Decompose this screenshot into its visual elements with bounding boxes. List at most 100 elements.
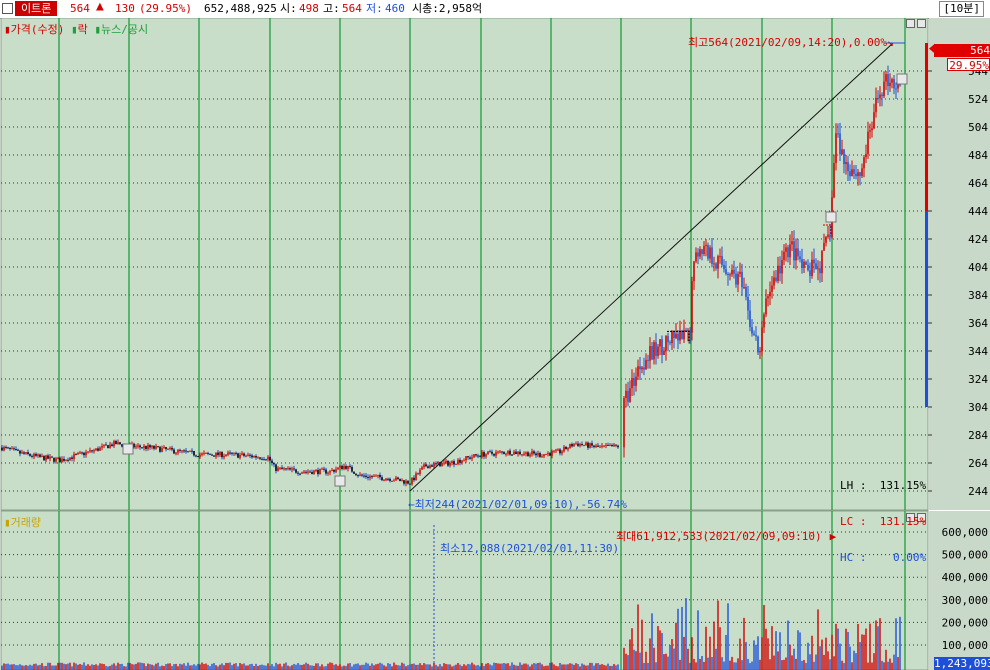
interval-selector[interactable]: [10분] xyxy=(939,1,984,17)
candle-body xyxy=(623,398,625,448)
candle-body xyxy=(857,172,859,177)
candle-body xyxy=(97,448,99,451)
candle-body xyxy=(597,445,599,447)
low-price: 460 xyxy=(385,2,405,15)
price-tick-label: 444 xyxy=(968,205,988,218)
candle-body xyxy=(693,261,695,282)
news-marker-icon xyxy=(896,73,908,85)
candle-body xyxy=(119,442,121,445)
candle-body xyxy=(763,314,765,328)
candle-body xyxy=(565,446,567,450)
candle-body xyxy=(241,453,243,455)
panel-minimize-button[interactable] xyxy=(906,19,915,28)
price-panel-bg xyxy=(0,18,929,511)
candle-body xyxy=(163,447,165,449)
candle-body xyxy=(359,474,361,476)
candle-body xyxy=(365,475,367,477)
candle-body xyxy=(9,447,11,449)
candle-body xyxy=(749,310,751,328)
candle-body xyxy=(141,447,143,449)
candle-body xyxy=(553,450,555,452)
panel-close-button[interactable] xyxy=(917,19,926,28)
candle-body xyxy=(231,452,233,454)
volume-tick-label: 600,000 xyxy=(942,526,988,539)
candle-body xyxy=(589,443,591,448)
candle-body xyxy=(411,477,413,485)
candle-body xyxy=(401,480,403,482)
price-tick-label: 484 xyxy=(968,149,988,162)
candle-body xyxy=(311,471,313,475)
candle-body xyxy=(641,367,643,370)
candle-body xyxy=(91,450,93,452)
candle-body xyxy=(767,296,769,299)
price-tick-label: 504 xyxy=(968,121,988,134)
candle-body xyxy=(55,458,57,462)
candle-body xyxy=(541,456,543,458)
legend-rak-label[interactable]: 락 xyxy=(78,23,88,36)
candle-body xyxy=(847,162,849,172)
high-price: 564 xyxy=(342,2,362,15)
candle-body xyxy=(791,241,793,245)
candle-body xyxy=(227,452,229,455)
candle-body xyxy=(701,249,703,254)
candle-body xyxy=(761,327,763,351)
candle-body xyxy=(243,453,245,456)
candle-body xyxy=(335,469,337,472)
candle-body xyxy=(841,149,843,155)
candle-body xyxy=(637,366,639,377)
candle-body xyxy=(809,270,811,276)
candle-body xyxy=(741,271,743,288)
volume-legend-marker-icon: ▮ xyxy=(4,516,11,529)
candle-body xyxy=(797,248,799,257)
candle-body xyxy=(743,287,745,289)
candle-body xyxy=(575,443,577,445)
candle-body xyxy=(531,451,533,455)
candle-body xyxy=(569,444,571,449)
candle-body xyxy=(507,450,509,454)
price-tick-label: 524 xyxy=(968,93,988,106)
candle-body xyxy=(813,259,815,264)
candle-body xyxy=(579,444,581,446)
price-tick-label: 364 xyxy=(968,317,988,330)
candle-body xyxy=(755,335,757,337)
candle-body xyxy=(21,452,23,454)
current-volume-tag: 1,243,093 xyxy=(934,657,990,670)
legend-price-label[interactable]: 가격(수정) xyxy=(11,23,65,36)
candle-body xyxy=(145,446,147,449)
candle-body xyxy=(313,470,315,475)
select-checkbox[interactable] xyxy=(2,3,13,14)
candle-body xyxy=(361,474,363,476)
candle-body xyxy=(751,327,753,334)
candle-body xyxy=(255,455,257,458)
min-volume-annotation: 최소12,088(2021/02/01,11:30) xyxy=(440,542,620,555)
candle-body xyxy=(353,471,355,474)
candle-body xyxy=(345,465,347,469)
candle-body xyxy=(557,449,559,451)
candle-body xyxy=(465,456,467,461)
price-tick-label: 344 xyxy=(968,345,988,358)
candle-body xyxy=(385,478,387,481)
candle-body xyxy=(85,452,87,456)
stock-name[interactable]: 이트론 xyxy=(15,1,58,16)
candle-body xyxy=(175,452,177,454)
candle-body xyxy=(189,450,191,452)
candle-body xyxy=(789,244,791,258)
rak-legend-marker-icon: ▮ xyxy=(70,23,78,36)
volume-legend-label[interactable]: 거래량 xyxy=(11,516,41,529)
candle-body xyxy=(781,260,783,274)
candle-body xyxy=(327,472,329,474)
candle-body xyxy=(287,468,289,470)
candle-body xyxy=(787,247,789,258)
candle-body xyxy=(299,473,301,475)
candle-body xyxy=(429,465,431,469)
volume-tick-label: 100,000 xyxy=(942,639,988,652)
candle-body xyxy=(877,97,879,99)
market-cap: 시총:2,958억 xyxy=(412,2,483,15)
legend-news-label[interactable]: 뉴스/공시 xyxy=(101,23,148,36)
candle-body xyxy=(397,477,399,479)
price-tick-label: 324 xyxy=(968,373,988,386)
candle-body xyxy=(795,248,797,261)
candle-body xyxy=(483,452,485,457)
candle-body xyxy=(861,168,863,176)
candle-body xyxy=(739,271,741,274)
